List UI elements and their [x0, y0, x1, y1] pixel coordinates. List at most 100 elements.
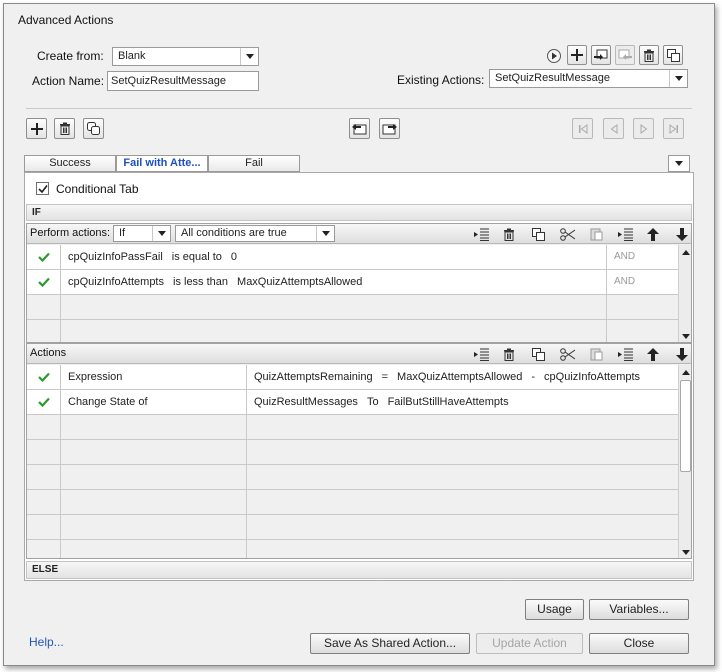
action-type[interactable]: Change State of [61, 390, 247, 414]
arrow-up-icon[interactable] [644, 345, 662, 363]
arrow-up-icon[interactable] [644, 225, 662, 243]
condition-row[interactable]: cpQuizInfoAttempts is less than MaxQuizAtt… [27, 270, 678, 295]
move-decision-left-button[interactable] [349, 118, 370, 139]
plus-icon [30, 122, 43, 135]
tab-success[interactable]: Success [24, 155, 116, 172]
move-decision-right-button[interactable] [379, 118, 400, 139]
paste-icon[interactable] [587, 345, 605, 363]
actions-scrollbar[interactable] [678, 365, 691, 558]
scissors-icon[interactable] [558, 345, 576, 363]
conditions-scrollbar[interactable] [678, 245, 691, 342]
export-action-button[interactable] [615, 45, 635, 65]
create-from-select[interactable]: Blank [112, 47, 259, 66]
new-action-button[interactable] [567, 45, 587, 65]
condition-logic[interactable]: AND [607, 245, 678, 269]
variables-button[interactable]: Variables... [589, 599, 689, 620]
import-action-button[interactable] [591, 45, 611, 65]
action-row[interactable] [27, 540, 678, 558]
condition-mode-value: All conditions are true [181, 227, 287, 239]
duplicate-decision-button[interactable] [83, 118, 104, 139]
action-row[interactable] [27, 465, 678, 490]
first-icon [578, 123, 587, 134]
tab-fail[interactable]: Fail [208, 155, 300, 172]
action-row[interactable] [27, 490, 678, 515]
condition-row[interactable] [27, 295, 678, 320]
previous-decision-button[interactable] [603, 118, 624, 139]
next-decision-button[interactable] [633, 118, 654, 139]
scroll-down-icon[interactable] [679, 329, 691, 342]
condition-row[interactable] [27, 320, 678, 342]
action-name-input[interactable]: SetQuizResultMessage [107, 71, 259, 91]
check-icon [38, 372, 50, 383]
condition-expression[interactable]: cpQuizInfoPassFail is equal to 0 [61, 245, 607, 269]
existing-actions-value: SetQuizResultMessage [495, 72, 610, 84]
insert-below-icon[interactable] [616, 225, 634, 243]
import-icon [594, 49, 608, 60]
action-row[interactable]: Change State of QuizResultMessages To Fail… [27, 390, 678, 415]
else-label: ELSE [32, 564, 59, 575]
insert-row-icon[interactable] [472, 345, 490, 363]
action-row[interactable] [27, 415, 678, 440]
action-argument: MaxQuizAttemptsAllowed [397, 371, 523, 383]
trash-icon[interactable] [500, 225, 518, 243]
perform-actions-select[interactable]: If [113, 225, 171, 242]
tabs-overflow-dropdown[interactable] [668, 155, 690, 172]
empty-cell [61, 490, 247, 514]
close-button[interactable]: Close [589, 633, 689, 654]
check-icon [38, 252, 50, 263]
existing-actions-select[interactable]: SetQuizResultMessage [489, 69, 688, 88]
condition-row[interactable]: cpQuizInfoPassFail is equal to 0 AND [27, 245, 678, 270]
condition-expression[interactable]: cpQuizInfoAttempts is less than MaxQuizAtt… [61, 270, 607, 294]
scroll-up-icon[interactable] [679, 365, 691, 379]
chevron-down-icon [152, 226, 170, 241]
add-decision-button[interactable] [26, 118, 47, 139]
help-link[interactable]: Help... [29, 635, 64, 649]
actions-toolbar: Actions [27, 344, 691, 364]
copy-icon[interactable] [529, 345, 547, 363]
preview-icon[interactable] [545, 47, 563, 65]
scroll-thumb[interactable] [680, 380, 691, 472]
first-decision-button[interactable] [572, 118, 593, 139]
duplicate-action-button[interactable] [663, 45, 683, 65]
delete-action-button[interactable] [639, 45, 659, 65]
insert-row-icon[interactable] [472, 225, 490, 243]
action-type[interactable]: Expression [61, 365, 247, 389]
condition-mode-select[interactable]: All conditions are true [175, 225, 335, 242]
scroll-down-icon[interactable] [679, 545, 691, 558]
scroll-up-icon[interactable] [679, 245, 691, 259]
action-row[interactable] [27, 515, 678, 540]
arrow-down-icon[interactable] [673, 225, 691, 243]
action-row[interactable] [27, 440, 678, 465]
tab-fail-with-attempts[interactable]: Fail with Atte... [116, 155, 208, 172]
scissors-icon[interactable] [558, 225, 576, 243]
usage-button[interactable]: Usage [525, 599, 584, 620]
plus-icon [571, 49, 583, 61]
paste-icon[interactable] [587, 225, 605, 243]
export-icon [618, 49, 632, 60]
else-section-heading[interactable]: ELSE [26, 561, 692, 579]
action-name-label: Action Name: [32, 74, 105, 88]
conditional-tab-checkbox[interactable] [36, 182, 49, 195]
tab-label: Fail with Atte... [123, 157, 201, 169]
last-decision-button[interactable] [663, 118, 684, 139]
action-arguments[interactable]: QuizResultMessages To FailButStillHaveAtte… [247, 390, 678, 414]
action-row[interactable]: Expression QuizAttemptsRemaining = MaxQuiz… [27, 365, 678, 390]
action-arguments[interactable]: QuizAttemptsRemaining = MaxQuizAttemptsAll… [247, 365, 678, 389]
copy-icon[interactable] [529, 225, 547, 243]
condition-logic[interactable]: AND [607, 270, 678, 294]
insert-below-icon[interactable] [616, 345, 634, 363]
action-status [27, 390, 61, 414]
trash-icon [644, 49, 654, 62]
delete-decision-button[interactable] [54, 118, 75, 139]
arrow-down-icon[interactable] [673, 345, 691, 363]
title-bar: Advanced Actions [4, 4, 714, 34]
update-action-button[interactable]: Update Action [476, 633, 583, 654]
condition-value: 0 [230, 251, 238, 263]
condition-variable: cpQuizInfoAttempts [68, 276, 164, 288]
previous-icon [610, 123, 617, 134]
tab-label: Success [49, 157, 91, 169]
trash-icon[interactable] [500, 345, 518, 363]
save-as-shared-action-button[interactable]: Save As Shared Action... [310, 633, 470, 654]
chevron-down-icon [240, 48, 258, 65]
empty-cell [61, 320, 607, 342]
